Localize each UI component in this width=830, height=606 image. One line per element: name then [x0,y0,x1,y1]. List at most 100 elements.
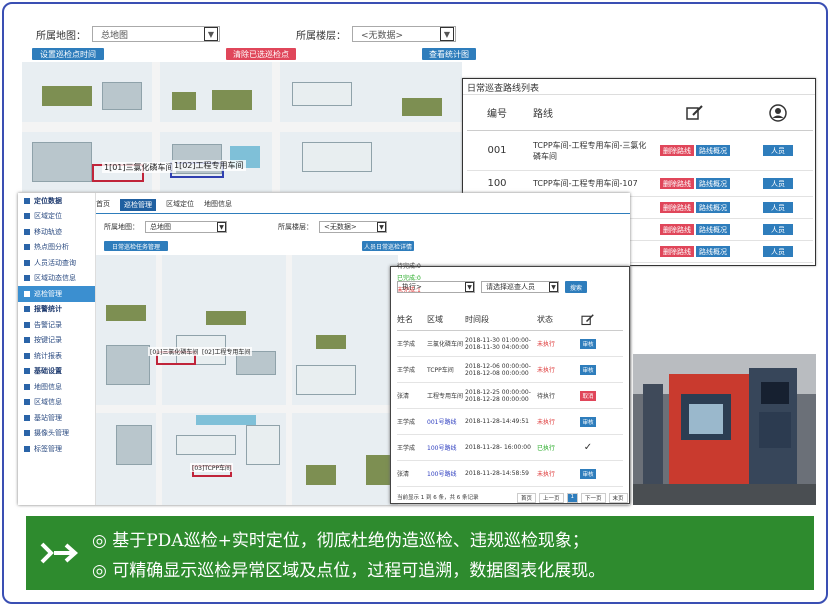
sidebar-item[interactable]: 巡检管理 [18,286,95,302]
sidebar-item[interactable]: 基站管理 [18,410,95,426]
status-filter-select[interactable]: 执行> ▼ [397,281,475,293]
front-map-select-row: 所属地图： 总地图 ▼ [104,221,227,233]
task-name: 王学成 [397,341,416,348]
person-filter-value: 请选择巡查人员 [486,283,535,291]
delete-route-button[interactable]: 删除路线 [660,178,694,189]
delete-route-button[interactable]: 删除路线 [660,202,694,213]
daily-task-button[interactable]: 日常巡检任务管理 [104,241,168,251]
back-map-label: 所属地图： [36,30,86,42]
task-action-button[interactable]: 取消 [580,390,596,401]
menu-icon [24,368,30,375]
sidebar-item[interactable]: 热点图分析 [18,240,95,256]
menu-icon [24,213,30,220]
sidebar-item[interactable]: 区域信息 [18,395,95,411]
route-person-button[interactable]: 人员 [763,224,793,235]
task-time: 2018-12-06 00:00:00-2018-12-08 00:00:00 [465,362,531,377]
front-floor-select[interactable]: <无数据> ▼ [319,221,387,233]
stats-button[interactable]: 查看统计图 [422,48,476,60]
person-filter-select[interactable]: 请选择巡查人员 ▼ [481,281,559,293]
back-floor-label: 所属楼层： [296,30,346,42]
delete-route-button[interactable]: 删除路线 [660,145,694,156]
task-action-button[interactable]: 审核 [580,416,596,427]
sidebar-item[interactable]: 区域定位 [18,209,95,225]
task-action-button[interactable]: 审核 [580,364,596,375]
route-person-button[interactable]: 人员 [763,246,793,257]
menu-icon [24,228,30,235]
route-overview-button[interactable]: 路线概况 [696,224,730,235]
page-button[interactable]: 首页 [517,493,537,503]
tab-inspection[interactable]: 巡检管理 [120,199,156,211]
front-map-select[interactable]: 总地图 ▼ [145,221,227,233]
task-op-cell: 取消 [573,390,603,401]
chevron-down-icon: ▼ [465,282,474,292]
sidebar-item[interactable]: 统计报表 [18,348,95,364]
sidebar-item[interactable]: 摄像头管理 [18,426,95,442]
tab-area-location[interactable]: 区域定位 [166,199,194,211]
sidebar-item[interactable]: 报警统计 [18,302,95,318]
route-overview-button[interactable]: 路线概况 [696,178,730,189]
sidebar-item-label: 按键记录 [34,336,62,345]
menu-icon [24,197,30,204]
task-area[interactable]: 100号路线 [427,443,465,452]
task-state: 未执行 [537,367,556,374]
task-name: 王学成 [397,445,416,452]
task-area[interactable]: 三氯化磷车间 [427,339,465,348]
arrow-right-icon [40,542,78,564]
task-action-button[interactable]: 审核 [580,338,596,349]
delete-route-button[interactable]: 删除路线 [660,246,694,257]
sidebar-item-label: 区域定位 [34,212,62,221]
route-no: 001 [487,145,507,156]
route-overview-button[interactable]: 路线概况 [696,145,730,156]
page-button[interactable]: 上一页 [539,493,564,503]
nav-tabs: 首页 巡检管理 区域定位 地图信息 [96,199,232,211]
delete-route-button[interactable]: 删除路线 [660,224,694,235]
back-toolbar: 所属地图： 总地图 ▼ 所属楼层： <无数据> ▼ 设置巡检点时间 清除已选巡检… [24,12,814,62]
route-person-button[interactable]: 人员 [763,202,793,213]
page-button[interactable]: 1 [566,493,579,503]
task-op-cell: ✓ [573,442,603,453]
person-detail-button[interactable]: 人员日常巡检详情 [362,241,414,251]
route-person-cell: 人员 [743,145,813,156]
back-floor-value: <无数据> [361,30,404,41]
sidebar-item[interactable]: 区域动态信息 [18,271,95,287]
chevron-down-icon: ▼ [204,27,218,41]
clear-points-button[interactable]: 清除已选巡检点 [226,48,296,60]
menu-icon [24,352,30,359]
sidebar-item[interactable]: 基础设置 [18,364,95,380]
sidebar-item-label: 报警统计 [34,305,62,314]
tab-map-info[interactable]: 地图信息 [204,199,232,211]
sidebar-item[interactable]: 告警记录 [18,317,95,333]
back-plant-map[interactable]: 1[01]三氯化磷车间 1[02]工程专用车间 [22,62,462,192]
map-label: [02]工程专用车间 [200,347,253,356]
cnc-machine-photo [633,354,816,505]
route-actions: 删除路线 路线概况 [647,178,743,189]
task-area[interactable]: 001号路线 [427,417,465,426]
task-area[interactable]: 工程专用车间 [427,391,465,400]
route-overview-button[interactable]: 路线概况 [696,202,730,213]
page-button[interactable]: 下一页 [581,493,606,503]
task-time: 2018-11-28-14:58:59 [465,470,529,477]
sidebar-item[interactable]: 按键记录 [18,333,95,349]
set-time-button[interactable]: 设置巡检点时间 [32,48,104,60]
route-actions: 删除路线 路线概况 [647,246,743,257]
front-floor-value: <无数据> [324,223,357,231]
route-overview-button[interactable]: 路线概况 [696,246,730,257]
sidebar-item[interactable]: 标签管理 [18,441,95,457]
col-name: 姓名 [397,315,413,324]
sidebar-item[interactable]: 定位数据 [18,193,95,209]
sidebar-item[interactable]: 移动轨迹 [18,224,95,240]
task-area[interactable]: TCPP车间 [427,365,465,374]
task-area[interactable]: 100号路线 [427,469,465,478]
front-plant-map[interactable]: [01]三氯化磷车间 [02]工程专用车间 [03]TCPP车间 [96,255,398,505]
back-floor-select[interactable]: <无数据> ▼ [352,26,456,42]
sidebar-item[interactable]: 人员活动查询 [18,255,95,271]
sidebar-item[interactable]: 地图信息 [18,379,95,395]
search-button[interactable]: 搜索 [565,281,587,293]
task-action-button[interactable]: 审核 [580,468,596,479]
route-person-button[interactable]: 人员 [763,178,793,189]
tab-home[interactable]: 首页 [96,199,110,211]
route-person-button[interactable]: 人员 [763,145,793,156]
back-map-value: 总地图 [101,30,129,41]
back-map-select[interactable]: 总地图 ▼ [92,26,220,42]
page-button[interactable]: 末页 [608,493,628,503]
